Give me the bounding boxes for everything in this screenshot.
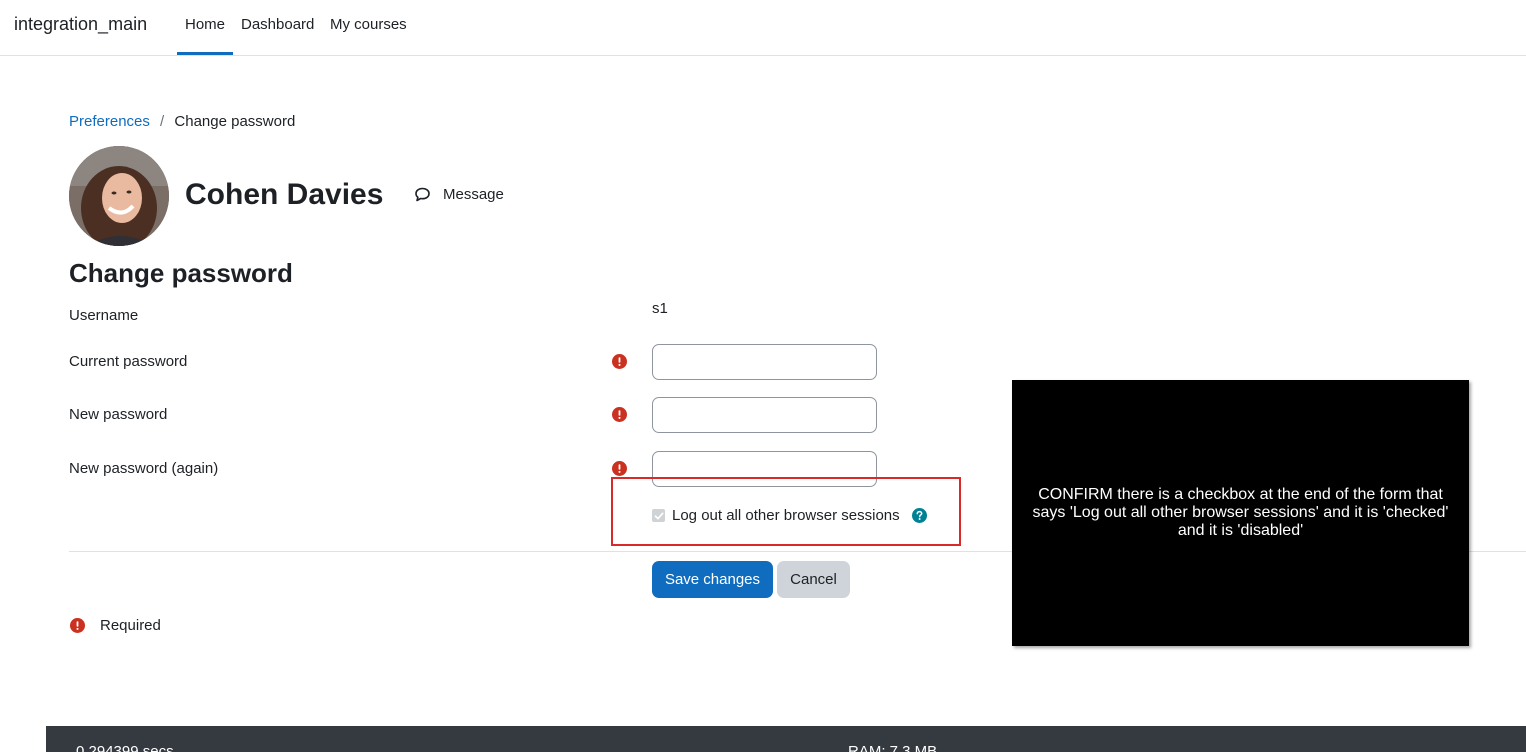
page-footer: 0.294399 secs RAM: 7.3 MB: [46, 726, 1526, 752]
active-tab-indicator: [177, 52, 233, 55]
footer-ram: RAM: 7.3 MB: [848, 743, 938, 752]
breadcrumb-current: Change password: [174, 113, 296, 130]
username-value: s1: [652, 300, 668, 317]
footer-timing: 0.294399 secs: [76, 743, 174, 752]
new-password-label: New password: [69, 406, 168, 423]
user-full-name: Cohen Davies: [185, 178, 384, 211]
new-password-again-label: New password (again): [69, 460, 219, 477]
new-password-input[interactable]: [652, 397, 877, 433]
message-label: Message: [443, 186, 504, 203]
annotation-highlight-box: [611, 477, 961, 546]
message-button[interactable]: Message: [414, 186, 504, 203]
breadcrumb-separator: /: [160, 113, 165, 130]
avatar-image: [69, 146, 169, 246]
required-label: Required: [100, 617, 161, 634]
required-icon: [612, 461, 627, 476]
required-legend: Required: [70, 617, 161, 634]
nav-dashboard[interactable]: Dashboard: [241, 16, 314, 33]
required-icon: [70, 618, 85, 633]
current-password-input[interactable]: [652, 344, 877, 380]
instruction-text: CONFIRM there is a checkbox at the end o…: [1032, 486, 1449, 539]
nav-my-courses[interactable]: My courses: [330, 16, 407, 33]
breadcrumb: Preferences / Change password: [69, 113, 295, 130]
instruction-overlay: CONFIRM there is a checkbox at the end o…: [1012, 380, 1469, 646]
breadcrumb-preferences[interactable]: Preferences: [69, 113, 150, 130]
page-title: Change password: [69, 258, 293, 288]
avatar[interactable]: [69, 146, 169, 246]
top-navbar: integration_main Home Dashboard My cours…: [0, 0, 1526, 56]
cancel-button[interactable]: Cancel: [777, 561, 850, 598]
speech-bubble-icon: [415, 187, 430, 202]
required-icon: [612, 407, 627, 422]
username-label: Username: [69, 307, 139, 324]
required-icon: [612, 354, 627, 369]
site-brand[interactable]: integration_main: [14, 14, 147, 35]
nav-home[interactable]: Home: [185, 16, 225, 33]
save-changes-button[interactable]: Save changes: [652, 561, 773, 598]
current-password-label: Current password: [69, 353, 188, 370]
